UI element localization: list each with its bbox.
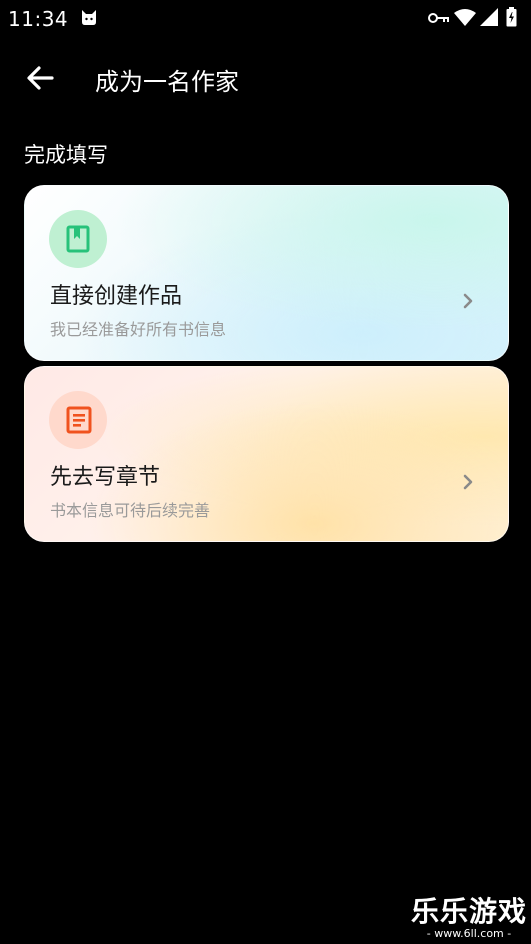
document-lines-icon bbox=[66, 406, 92, 434]
status-bar: 11:34 bbox=[0, 0, 531, 36]
watermark-text: 乐乐游戏 bbox=[410, 895, 527, 928]
create-work-option-card[interactable]: 直接创建作品 我已经准备好所有书信息 bbox=[24, 185, 509, 361]
signal-icon bbox=[480, 8, 498, 26]
watermark: 乐乐游戏 - www.6ll.com - bbox=[410, 895, 527, 941]
wifi-icon bbox=[454, 9, 476, 26]
watermark-url: - www.6ll.com - bbox=[426, 927, 512, 940]
back-button[interactable] bbox=[22, 60, 62, 96]
chevron-right-icon bbox=[463, 474, 473, 490]
chevron-right-icon bbox=[463, 293, 473, 309]
option-subtitle: 我已经准备好所有书信息 bbox=[50, 320, 227, 339]
section-label: 完成填写 bbox=[24, 143, 108, 167]
option-icon-badge bbox=[49, 391, 107, 449]
arrow-left-icon bbox=[27, 66, 54, 90]
page-title: 成为一名作家 bbox=[95, 68, 239, 96]
write-chapter-option-card[interactable]: 先去写章节 书本信息可待后续完善 bbox=[24, 366, 509, 542]
option-subtitle: 书本信息可待后续完善 bbox=[50, 501, 211, 520]
battery-icon bbox=[506, 7, 517, 27]
cat-icon bbox=[82, 10, 96, 25]
option-icon-badge bbox=[49, 210, 107, 268]
key-icon bbox=[428, 13, 449, 23]
bookmark-book-icon bbox=[66, 225, 90, 253]
option-title: 直接创建作品 bbox=[50, 284, 183, 309]
option-title: 先去写章节 bbox=[50, 465, 161, 490]
status-time: 11:34 bbox=[8, 7, 69, 31]
